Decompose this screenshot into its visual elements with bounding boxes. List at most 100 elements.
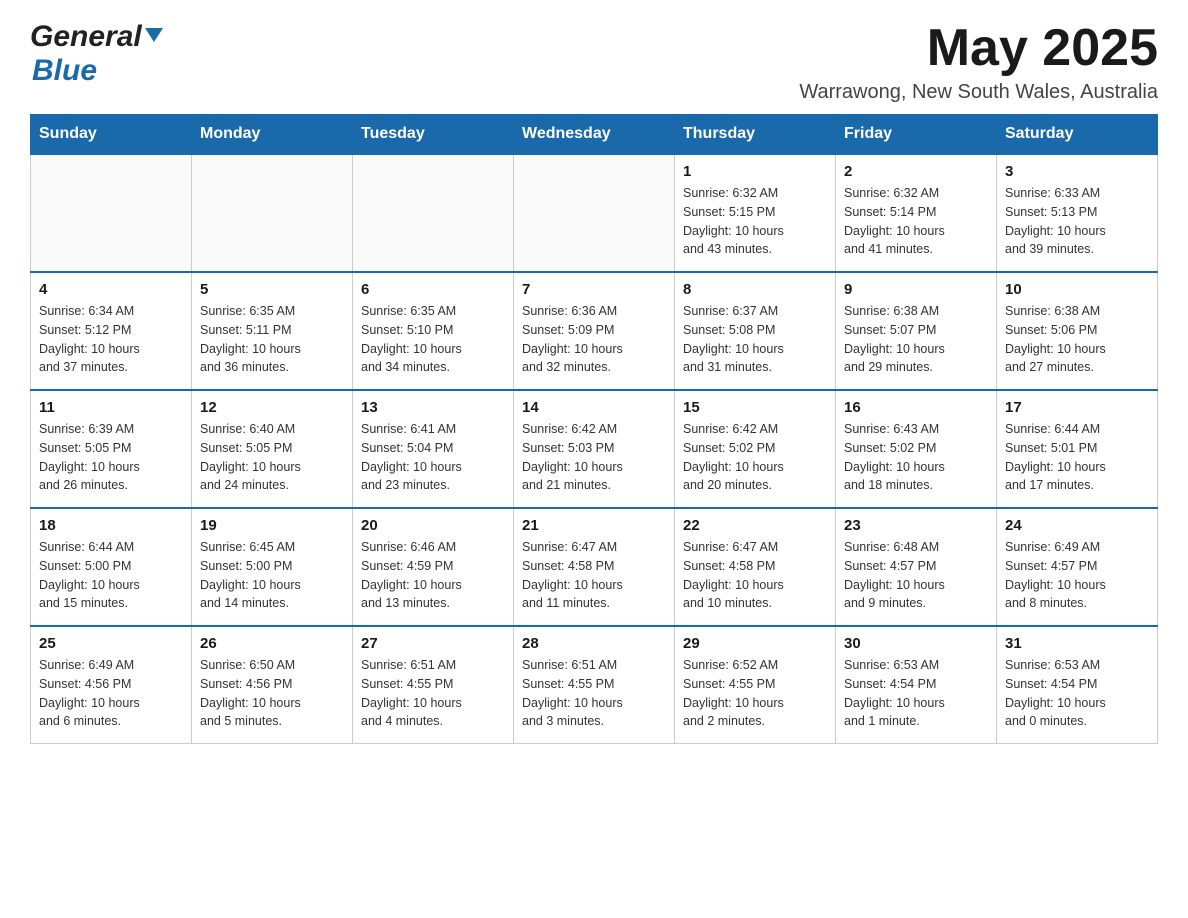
day-info: Sunrise: 6:35 AMSunset: 5:11 PMDaylight:… <box>200 302 344 377</box>
col-thursday: Thursday <box>675 115 836 155</box>
day-info: Sunrise: 6:43 AMSunset: 5:02 PMDaylight:… <box>844 420 988 495</box>
day-number: 28 <box>522 635 666 652</box>
day-number: 5 <box>200 281 344 298</box>
day-number: 9 <box>844 281 988 298</box>
day-info: Sunrise: 6:38 AMSunset: 5:06 PMDaylight:… <box>1005 302 1149 377</box>
day-number: 23 <box>844 517 988 534</box>
calendar-week-row: 18 Sunrise: 6:44 AMSunset: 5:00 PMDayligh… <box>31 508 1158 626</box>
table-row: 16 Sunrise: 6:43 AMSunset: 5:02 PMDayligh… <box>836 390 997 508</box>
table-row: 29 Sunrise: 6:52 AMSunset: 4:55 PMDayligh… <box>675 626 836 744</box>
month-title: May 2025 <box>799 20 1158 77</box>
col-saturday: Saturday <box>997 115 1158 155</box>
table-row: 30Sunrise: 6:53 AMSunset: 4:54 PMDayligh… <box>836 626 997 744</box>
day-number: 11 <box>39 399 183 416</box>
day-info: Sunrise: 6:52 AMSunset: 4:55 PMDaylight:… <box>683 656 827 731</box>
table-row <box>514 154 675 272</box>
title-section: May 2025 Warrawong, New South Wales, Aus… <box>799 20 1158 104</box>
day-info: Sunrise: 6:41 AMSunset: 5:04 PMDaylight:… <box>361 420 505 495</box>
day-number: 1 <box>683 163 827 180</box>
day-info: Sunrise: 6:39 AMSunset: 5:05 PMDaylight:… <box>39 420 183 495</box>
day-info: Sunrise: 6:50 AMSunset: 4:56 PMDaylight:… <box>200 656 344 731</box>
table-row: 12 Sunrise: 6:40 AMSunset: 5:05 PMDayligh… <box>192 390 353 508</box>
day-info: Sunrise: 6:53 AMSunset: 4:54 PMDaylight:… <box>1005 656 1149 731</box>
table-row: 2 Sunrise: 6:32 AMSunset: 5:14 PMDaylight… <box>836 154 997 272</box>
calendar-week-row: 4 Sunrise: 6:34 AMSunset: 5:12 PMDaylight… <box>31 272 1158 390</box>
day-number: 16 <box>844 399 988 416</box>
day-number: 22 <box>683 517 827 534</box>
day-number: 15 <box>683 399 827 416</box>
day-info: Sunrise: 6:33 AMSunset: 5:13 PMDaylight:… <box>1005 184 1149 259</box>
day-info: Sunrise: 6:40 AMSunset: 5:05 PMDaylight:… <box>200 420 344 495</box>
table-row: 21Sunrise: 6:47 AMSunset: 4:58 PMDayligh… <box>514 508 675 626</box>
table-row: 15 Sunrise: 6:42 AMSunset: 5:02 PMDayligh… <box>675 390 836 508</box>
table-row: 24 Sunrise: 6:49 AMSunset: 4:57 PMDayligh… <box>997 508 1158 626</box>
table-row: 13 Sunrise: 6:41 AMSunset: 5:04 PMDayligh… <box>353 390 514 508</box>
day-info: Sunrise: 6:38 AMSunset: 5:07 PMDaylight:… <box>844 302 988 377</box>
table-row: 23 Sunrise: 6:48 AMSunset: 4:57 PMDayligh… <box>836 508 997 626</box>
calendar-week-row: 11 Sunrise: 6:39 AMSunset: 5:05 PMDayligh… <box>31 390 1158 508</box>
table-row: 20 Sunrise: 6:46 AMSunset: 4:59 PMDayligh… <box>353 508 514 626</box>
col-tuesday: Tuesday <box>353 115 514 155</box>
day-info: Sunrise: 6:49 AMSunset: 4:57 PMDaylight:… <box>1005 538 1149 613</box>
location-text: Warrawong, New South Wales, Australia <box>799 81 1158 104</box>
day-number: 6 <box>361 281 505 298</box>
day-number: 18 <box>39 517 183 534</box>
table-row: 27Sunrise: 6:51 AMSunset: 4:55 PMDayligh… <box>353 626 514 744</box>
day-number: 31 <box>1005 635 1149 652</box>
table-row: 28 Sunrise: 6:51 AMSunset: 4:55 PMDayligh… <box>514 626 675 744</box>
table-row: 1Sunrise: 6:32 AMSunset: 5:15 PMDaylight… <box>675 154 836 272</box>
day-number: 8 <box>683 281 827 298</box>
col-wednesday: Wednesday <box>514 115 675 155</box>
day-info: Sunrise: 6:45 AMSunset: 5:00 PMDaylight:… <box>200 538 344 613</box>
logo-blue-text: Blue <box>32 54 97 87</box>
day-info: Sunrise: 6:51 AMSunset: 4:55 PMDaylight:… <box>522 656 666 731</box>
day-info: Sunrise: 6:34 AMSunset: 5:12 PMDaylight:… <box>39 302 183 377</box>
logo-general-text: General <box>30 20 142 54</box>
day-number: 21 <box>522 517 666 534</box>
logo: General Blue <box>30 20 166 88</box>
table-row: 9 Sunrise: 6:38 AMSunset: 5:07 PMDaylight… <box>836 272 997 390</box>
table-row: 17Sunrise: 6:44 AMSunset: 5:01 PMDayligh… <box>997 390 1158 508</box>
table-row: 7Sunrise: 6:36 AMSunset: 5:09 PMDaylight… <box>514 272 675 390</box>
day-info: Sunrise: 6:48 AMSunset: 4:57 PMDaylight:… <box>844 538 988 613</box>
page-header: General Blue May 2025 Warrawong, New Sou… <box>30 20 1158 104</box>
day-info: Sunrise: 6:49 AMSunset: 4:56 PMDaylight:… <box>39 656 183 731</box>
day-info: Sunrise: 6:32 AMSunset: 5:14 PMDaylight:… <box>844 184 988 259</box>
table-row: 5 Sunrise: 6:35 AMSunset: 5:11 PMDaylight… <box>192 272 353 390</box>
table-row: 8 Sunrise: 6:37 AMSunset: 5:08 PMDaylight… <box>675 272 836 390</box>
col-sunday: Sunday <box>31 115 192 155</box>
day-number: 27 <box>361 635 505 652</box>
table-row <box>353 154 514 272</box>
day-number: 12 <box>200 399 344 416</box>
col-monday: Monday <box>192 115 353 155</box>
day-number: 10 <box>1005 281 1149 298</box>
table-row: 25Sunrise: 6:49 AMSunset: 4:56 PMDayligh… <box>31 626 192 744</box>
table-row: 6 Sunrise: 6:35 AMSunset: 5:10 PMDaylight… <box>353 272 514 390</box>
day-number: 2 <box>844 163 988 180</box>
day-info: Sunrise: 6:47 AMSunset: 4:58 PMDaylight:… <box>683 538 827 613</box>
day-info: Sunrise: 6:46 AMSunset: 4:59 PMDaylight:… <box>361 538 505 613</box>
day-number: 24 <box>1005 517 1149 534</box>
day-number: 13 <box>361 399 505 416</box>
calendar-week-row: 1Sunrise: 6:32 AMSunset: 5:15 PMDaylight… <box>31 154 1158 272</box>
day-number: 14 <box>522 399 666 416</box>
table-row: 3Sunrise: 6:33 AMSunset: 5:13 PMDaylight… <box>997 154 1158 272</box>
day-number: 17 <box>1005 399 1149 416</box>
day-number: 29 <box>683 635 827 652</box>
day-info: Sunrise: 6:35 AMSunset: 5:10 PMDaylight:… <box>361 302 505 377</box>
day-info: Sunrise: 6:42 AMSunset: 5:02 PMDaylight:… <box>683 420 827 495</box>
table-row <box>192 154 353 272</box>
table-row: 31 Sunrise: 6:53 AMSunset: 4:54 PMDayligh… <box>997 626 1158 744</box>
day-info: Sunrise: 6:42 AMSunset: 5:03 PMDaylight:… <box>522 420 666 495</box>
calendar-table: Sunday Monday Tuesday Wednesday Thursday… <box>30 114 1158 744</box>
day-info: Sunrise: 6:44 AMSunset: 5:00 PMDaylight:… <box>39 538 183 613</box>
day-number: 19 <box>200 517 344 534</box>
day-number: 4 <box>39 281 183 298</box>
day-number: 30 <box>844 635 988 652</box>
day-info: Sunrise: 6:37 AMSunset: 5:08 PMDaylight:… <box>683 302 827 377</box>
day-number: 20 <box>361 517 505 534</box>
table-row: 14 Sunrise: 6:42 AMSunset: 5:03 PMDayligh… <box>514 390 675 508</box>
table-row: 11 Sunrise: 6:39 AMSunset: 5:05 PMDayligh… <box>31 390 192 508</box>
table-row: 22 Sunrise: 6:47 AMSunset: 4:58 PMDayligh… <box>675 508 836 626</box>
table-row: 18 Sunrise: 6:44 AMSunset: 5:00 PMDayligh… <box>31 508 192 626</box>
